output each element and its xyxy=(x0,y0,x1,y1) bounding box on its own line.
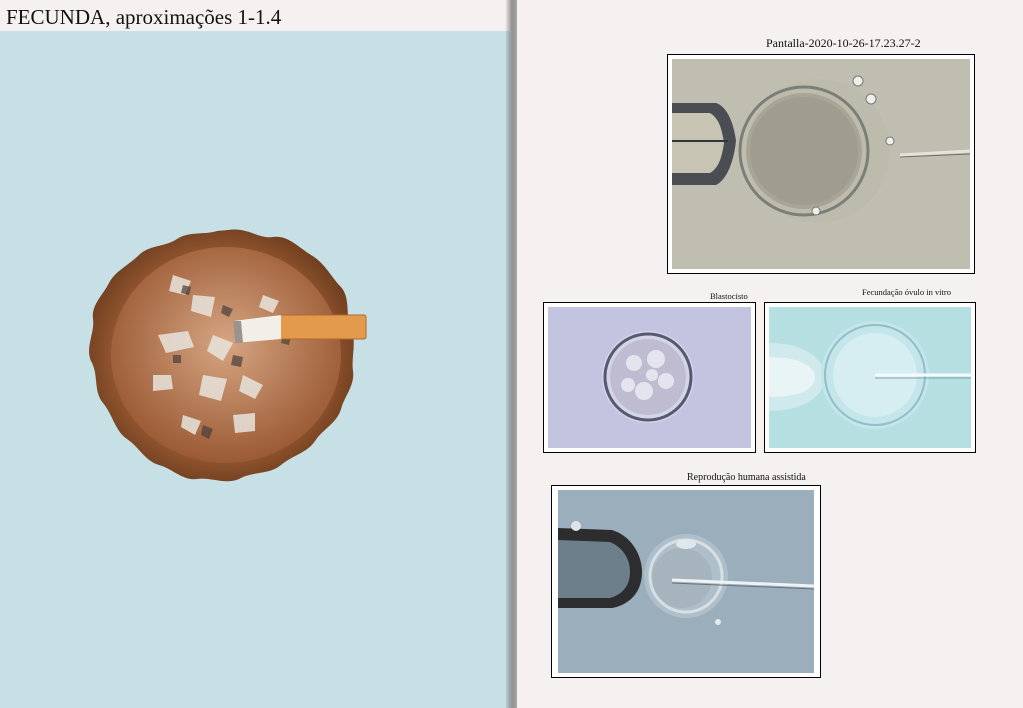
caption-assisted: Reprodução humana assistida xyxy=(687,472,806,483)
ashtray-image xyxy=(83,225,373,487)
blastocyst-micrograph xyxy=(548,307,751,448)
cigarette xyxy=(233,314,367,343)
assisted-frame xyxy=(551,485,821,678)
title-rest: , aproximações 1-1.4 xyxy=(105,5,282,29)
caption-ivf: Fecundação óvulo in vitro xyxy=(862,287,951,297)
ivf-frame xyxy=(764,302,976,453)
page-title: FECUNDA, aproximações 1-1.4 xyxy=(6,5,281,30)
oocyte-micrograph xyxy=(672,59,971,269)
blastocyst-frame xyxy=(543,302,756,453)
left-panel: FECUNDA, aproximações 1-1.4 xyxy=(0,0,510,708)
ivf-micrograph xyxy=(769,307,971,448)
title-main: FECUNDA xyxy=(6,5,106,29)
title-bar: FECUNDA, aproximações 1-1.4 xyxy=(0,0,510,31)
top-image-frame xyxy=(667,54,975,274)
assisted-reproduction-micrograph xyxy=(558,490,815,673)
caption-blastocyst: Blastocisto xyxy=(710,291,748,301)
caption-top-image: Pantalla-2020-10-26-17.23.27-2 xyxy=(766,36,921,50)
